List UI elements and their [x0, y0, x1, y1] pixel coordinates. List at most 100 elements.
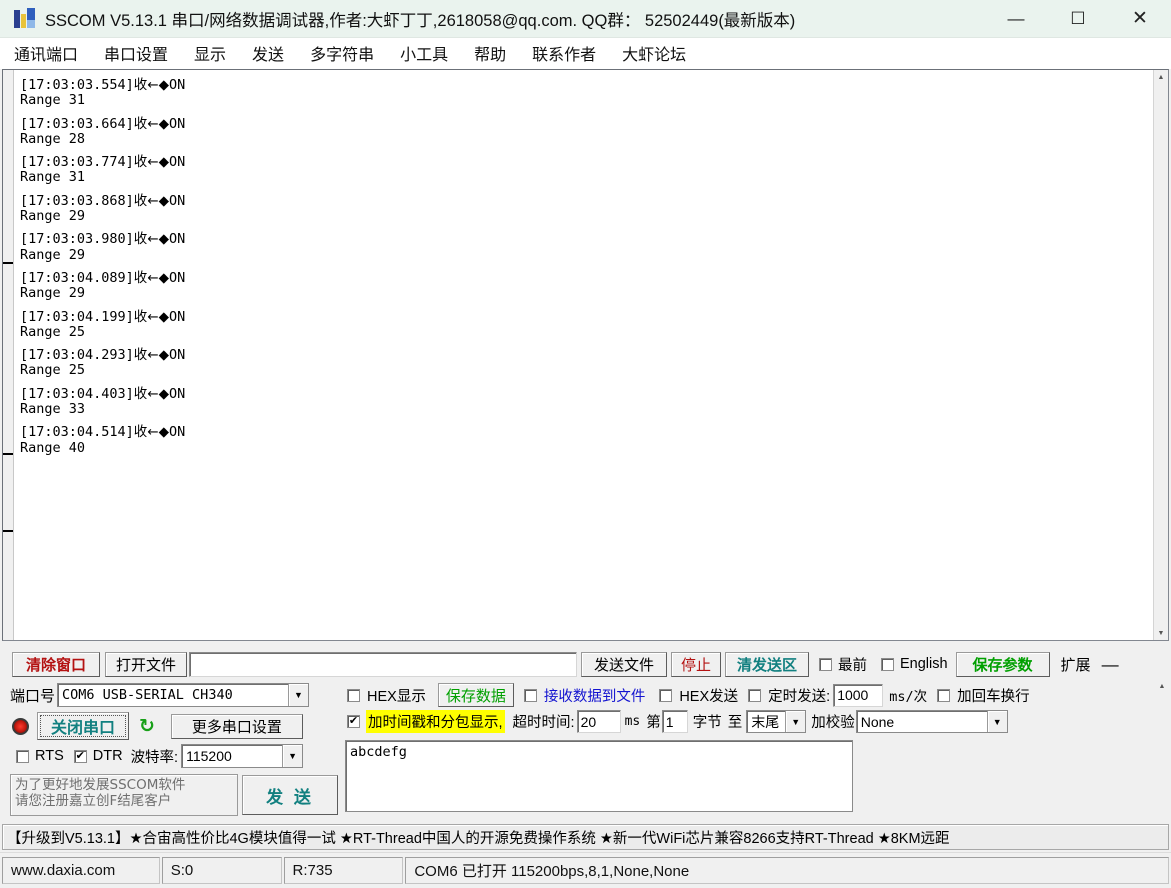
english-checkbox[interactable] [881, 657, 894, 671]
timeout-input[interactable]: 20 [576, 710, 621, 733]
minimize-icon[interactable]: — [985, 0, 1047, 37]
terminal-entry: [17:03:04.514]收←◆ON Range 40 [20, 425, 1162, 456]
send-file-button[interactable]: 发送文件 [581, 651, 667, 677]
close-icon[interactable]: ✕ [1109, 0, 1171, 37]
timestamp-checkbox[interactable]: ✔ [347, 715, 360, 728]
crlf-label: 加回车换行 [957, 688, 1030, 705]
byte-from-input[interactable]: 1 [661, 710, 688, 733]
dtr-checkbox[interactable]: ✔ [73, 749, 87, 763]
advertisement-bar[interactable]: 【升级到V5.13.1】★合宙高性价比4G模块值得一试 ★RT-Thread中国… [2, 824, 1169, 850]
send-textarea[interactable]: abcdefg [345, 740, 853, 812]
scroll-down-icon[interactable]: ▼ [1154, 626, 1168, 640]
terminal-direction-marker: 收←◆ [133, 77, 169, 93]
terminal-timestamp: [17:03:03.774] [20, 154, 134, 171]
recv-to-file-label: 接收数据到文件 [543, 688, 646, 705]
scroll-up-icon[interactable]: ▲ [1154, 70, 1168, 84]
topmost-checkbox[interactable] [819, 657, 832, 671]
save-data-button[interactable]: 保存数据 [437, 683, 514, 707]
terminal-entry: [17:03:03.774]收←◆ON Range 31 [20, 155, 1162, 186]
terminal-gutter [3, 70, 14, 640]
rts-checkbox[interactable] [16, 749, 29, 763]
scrollbar-thumb[interactable] [1154, 84, 1168, 626]
panel-scroll-up-icon[interactable]: ▲ [1155, 680, 1169, 693]
terminal-entry: [17:03:04.199]收←◆ON Range 25 [20, 308, 1162, 341]
app-logo-icon [14, 7, 36, 30]
port-label: 端口号 [10, 687, 56, 705]
more-serial-settings-button[interactable]: 更多串口设置 [170, 713, 303, 739]
baud-label: 波特率: [130, 749, 179, 766]
menu-item-help[interactable]: 帮助 [474, 41, 506, 65]
terminal-direction-marker: 收←◆ [133, 385, 169, 402]
terminal-range-line: Range 25 [20, 362, 86, 379]
terminal-scrollbar[interactable]: ▲ ▼ [1153, 70, 1168, 640]
byte-to-select[interactable]: 末尾 ▼ [746, 710, 807, 733]
terminal-range-line: Range 31 [20, 92, 86, 109]
chevron-down-icon[interactable]: ▼ [288, 684, 309, 706]
checksum-select[interactable]: None ▼ [855, 710, 1008, 733]
timed-send-label: 定时发送: [768, 688, 831, 705]
menu-item-tools[interactable]: 小工具 [400, 41, 448, 65]
panel-scrollbar[interactable]: ▲ [1155, 680, 1169, 820]
byte-unit-label: 字节 [692, 715, 722, 731]
close-port-button[interactable]: 关闭串口 [37, 712, 129, 740]
terminal-payload: ON [169, 115, 186, 132]
menu-item-send[interactable]: 发送 [252, 41, 284, 65]
timeout-label: 超时时间: [512, 715, 575, 731]
file-path-input[interactable] [189, 651, 577, 677]
terminal-payload: ON [169, 347, 186, 364]
hex-send-checkbox[interactable] [659, 688, 673, 702]
timed-send-input[interactable]: 1000 [833, 683, 884, 707]
terminal-entry: [17:03:03.554]收←◆ON Range 31 [20, 77, 1162, 109]
menu-item-contact-author[interactable]: 联系作者 [532, 41, 596, 65]
menu-item-multi-string[interactable]: 多字符串 [310, 41, 374, 65]
terminal-range-line: Range 29 [20, 246, 86, 263]
chevron-down-icon[interactable]: ▼ [986, 711, 1007, 732]
terminal-payload: ON [169, 192, 186, 209]
terminal-entry-header: [17:03:04.089]收←◆ON [20, 270, 1162, 286]
terminal-direction-marker: 收←◆ [133, 115, 169, 132]
terminal-entry: [17:03:04.293]收←◆ON Range 25 [20, 348, 1162, 379]
hex-display-label: HEX显示 [367, 688, 426, 705]
terminal-text[interactable]: [17:03:03.554]收←◆ON Range 31 [17:03:03.664… [14, 70, 1168, 640]
title-bar: SSCOM V5.13.1 串口/网络数据调试器,作者:大虾丁丁,2618058… [0, 0, 1171, 38]
timed-send-checkbox[interactable] [748, 688, 762, 702]
terminal-payload: ON [169, 231, 186, 248]
terminal-payload: ON [169, 77, 186, 93]
menu-item-display[interactable]: 显示 [194, 41, 226, 65]
open-file-button[interactable]: 打开文件 [105, 651, 187, 677]
extend-button[interactable]: 扩展 [1053, 651, 1098, 677]
save-params-button[interactable]: 保存参数 [955, 651, 1050, 677]
terminal-direction-marker: 收←◆ [133, 231, 169, 248]
recv-to-file-checkbox[interactable] [523, 688, 537, 702]
window-controls: — ☐ ✕ [985, 0, 1171, 37]
terminal-entry: [17:03:03.980]收←◆ON Range 29 [20, 232, 1162, 263]
hex-display-checkbox[interactable] [347, 688, 360, 702]
rts-label: RTS [35, 748, 64, 764]
collapse-icon[interactable]: — [1102, 656, 1119, 673]
menu-item-serial-settings[interactable]: 串口设置 [104, 41, 168, 65]
terminal-timestamp: [17:03:04.293] [20, 347, 134, 364]
byte-to-value: 末尾 [751, 713, 780, 730]
menu-item-comm-port[interactable]: 通讯端口 [14, 41, 78, 65]
send-button[interactable]: 发 送 [242, 775, 338, 815]
refresh-ports-icon[interactable]: ↻ [139, 717, 155, 736]
receive-window[interactable]: [17:03:03.554]收←◆ON Range 31 [17:03:03.664… [2, 69, 1169, 641]
menu-item-forum[interactable]: 大虾论坛 [622, 41, 686, 65]
stop-button[interactable]: 停止 [671, 651, 721, 677]
timestamp-label: 加时间戳和分包显示, [366, 710, 505, 733]
terminal-entry-header: [17:03:03.664]收←◆ON [20, 115, 1162, 132]
chevron-down-icon[interactable]: ▼ [282, 745, 303, 767]
terminal-timestamp: [17:03:03.664] [20, 115, 134, 132]
chevron-down-icon[interactable]: ▼ [785, 711, 806, 732]
baud-select[interactable]: 115200 ▼ [181, 744, 304, 768]
clear-window-button[interactable]: 清除窗口 [12, 651, 100, 677]
clear-send-area-button[interactable]: 清发送区 [725, 651, 809, 677]
terminal-entry-header: [17:03:04.199]收←◆ON [20, 308, 1162, 325]
crlf-checkbox[interactable] [937, 688, 951, 702]
dtr-label: DTR [92, 748, 123, 764]
status-website[interactable]: www.daxia.com [2, 857, 160, 884]
maximize-icon[interactable]: ☐ [1047, 0, 1109, 37]
terminal-direction-marker: 收←◆ [133, 308, 169, 325]
port-select[interactable]: COM6 USB-SERIAL CH340 ▼ [57, 683, 310, 707]
checksum-label: 加校验 [811, 715, 855, 731]
